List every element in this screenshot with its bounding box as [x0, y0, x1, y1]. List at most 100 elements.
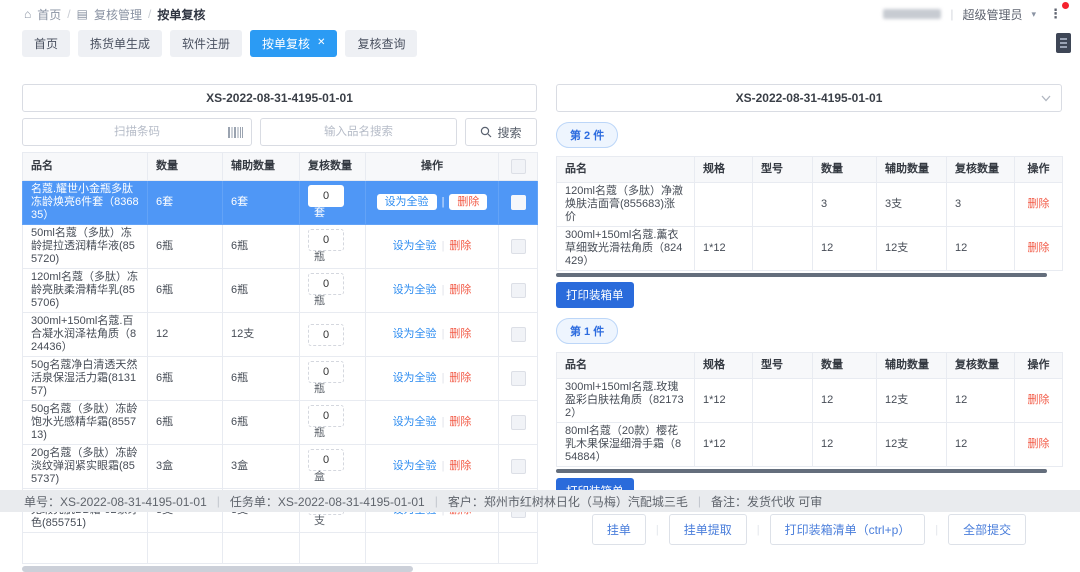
user-role-dropdown[interactable]: 超级管理员: [962, 6, 1022, 23]
check-quantity-input[interactable]: [308, 273, 344, 295]
footer-action-button[interactable]: 挂单: [592, 514, 646, 545]
delete-link[interactable]: 删除: [1028, 198, 1050, 210]
check-quantity-cell: [300, 313, 366, 357]
delete-link[interactable]: 删除: [1028, 438, 1050, 450]
check-quantity-input[interactable]: [308, 185, 344, 207]
product-row[interactable]: 300ml+150ml名蔻.百合凝水润泽祛角质（824436） 12 12支 设…: [23, 313, 538, 357]
checkbox-cell: [499, 225, 538, 269]
delete-link[interactable]: 删除: [449, 284, 471, 296]
check-quantity-cell: 瓶: [300, 401, 366, 445]
delete-link[interactable]: 删除: [449, 240, 471, 252]
packed-product-row: 80ml名蔻（20款）樱花乳木果保湿细滑手霜（854884） 1*12 12 1…: [557, 423, 1063, 467]
row-checkbox[interactable]: [511, 371, 526, 386]
tab[interactable]: 拣货单生成: [78, 30, 162, 57]
check-quantity-cell: 瓶: [300, 225, 366, 269]
row-actions: 设为全验 | 删除: [366, 181, 499, 225]
breadcrumb-home[interactable]: 首页: [37, 6, 61, 23]
breadcrumb-section[interactable]: 复核管理: [94, 6, 142, 23]
tab-close-icon[interactable]: ✕: [317, 38, 325, 48]
product-row[interactable]: 120ml名蔻（多肽）冻龄亮肤柔滑精华乳(855706) 6瓶 6瓶 瓶 设为全…: [23, 269, 538, 313]
more-menu-icon[interactable]: ⋮: [1045, 6, 1066, 22]
product-name: 300ml+150ml名蔻.玫瑰盈彩白肤祛角质（821732）: [557, 379, 695, 423]
product-row[interactable]: 名蔻.耀世小金瓶多肽冻龄焕亮6件套（836835） 6套 6套 套 设为全验|删…: [23, 181, 538, 225]
check-quantity-input[interactable]: [308, 449, 344, 471]
column-header: 复核数量: [947, 353, 1015, 379]
scan-barcode-input[interactable]: [22, 118, 252, 146]
delete-link[interactable]: 删除: [449, 416, 471, 428]
row-checkbox[interactable]: [511, 459, 526, 474]
check-quantity: 3: [947, 183, 1015, 227]
aux-quantity: 12支: [877, 423, 947, 467]
right-header-row: 品名规格型号数量辅助数量复核数量操作: [557, 353, 1063, 379]
row-checkbox[interactable]: [511, 195, 526, 210]
set-full-check-link[interactable]: 设为全验: [393, 284, 437, 296]
product-row[interactable]: 20g名蔻（多肽）冻龄淡纹弹润紧实眼霜(855737) 3盒 3盒 盒 设为全验…: [23, 445, 538, 489]
tab[interactable]: 首页: [22, 30, 70, 57]
row-checkbox[interactable]: [511, 415, 526, 430]
row-checkbox[interactable]: [511, 327, 526, 342]
tab-list: 首页 拣货单生成 软件注册 按单复核 ✕ 复核查询: [22, 30, 417, 57]
product-name: 300ml+150ml名蔻.薰衣草细致光滑祛角质（824429）: [557, 227, 695, 271]
delete-link[interactable]: 删除: [449, 460, 471, 472]
footer-action-button[interactable]: 全部提交: [948, 514, 1026, 545]
aux-quantity: 6瓶: [223, 401, 300, 445]
tab[interactable]: 按单复核 ✕: [250, 30, 337, 57]
tab[interactable]: 复核查询: [345, 30, 417, 57]
redacted-username: [883, 9, 941, 19]
unit-label: 瓶: [314, 383, 325, 395]
tab-options-icon[interactable]: [1056, 33, 1071, 53]
product-row[interactable]: 50ml名蔻（多肽）冻龄提拉透润精华液(855720) 6瓶 6瓶 瓶 设为全验…: [23, 225, 538, 269]
chevron-down-icon[interactable]: ▾: [1031, 9, 1036, 20]
quantity: 6套: [148, 181, 223, 225]
set-full-check-link[interactable]: 设为全验: [393, 328, 437, 340]
unit-label: 盒: [314, 471, 325, 483]
row-actions: 删除: [1015, 423, 1063, 467]
divider: |: [442, 196, 445, 208]
column-header: 数量: [148, 153, 223, 181]
set-full-check-link[interactable]: 设为全验: [393, 460, 437, 472]
horizontal-scrollbar[interactable]: [556, 469, 1047, 473]
horizontal-scrollbar[interactable]: [22, 566, 413, 572]
tab-label: 首页: [34, 35, 58, 52]
order-number-display[interactable]: XS-2022-08-31-4195-01-01: [22, 84, 537, 112]
check-quantity-input[interactable]: [308, 229, 344, 251]
delete-link[interactable]: 删除: [1028, 242, 1050, 254]
row-actions: 设为全验|删除: [366, 445, 499, 489]
row-checkbox[interactable]: [511, 283, 526, 298]
divider: /: [148, 7, 151, 21]
check-quantity-input[interactable]: [308, 324, 344, 346]
select-all-checkbox[interactable]: [511, 159, 526, 174]
footer-action-button[interactable]: 挂单提取: [669, 514, 747, 545]
check-quantity-input[interactable]: [308, 405, 344, 427]
tab[interactable]: 软件注册: [170, 30, 242, 57]
set-full-check-link[interactable]: 设为全验: [377, 194, 437, 210]
aux-quantity: 12支: [223, 313, 300, 357]
print-packing-list-button[interactable]: 打印装箱单: [556, 282, 634, 308]
package-table-body: 300ml+150ml名蔻.玫瑰盈彩白肤祛角质（821732） 1*12 12 …: [557, 379, 1063, 467]
set-full-check-link[interactable]: 设为全验: [393, 416, 437, 428]
quantity: 6瓶: [148, 225, 223, 269]
delete-link[interactable]: 删除: [449, 194, 487, 210]
product-row[interactable]: 50g名蔻净白清透天然活泉保湿活力霜(813157) 6瓶 6瓶 瓶 设为全验|…: [23, 357, 538, 401]
product-name-search-input[interactable]: [260, 118, 457, 146]
footer-action-button[interactable]: 打印装箱清单（ctrl+p）: [770, 514, 926, 545]
delete-link[interactable]: 删除: [449, 328, 471, 340]
spec: 1*12: [695, 423, 753, 467]
quantity: 6瓶: [148, 357, 223, 401]
unit-label: 瓶: [314, 251, 325, 263]
delete-link[interactable]: 删除: [449, 372, 471, 384]
unit-label: 瓶: [314, 427, 325, 439]
product-name: 80ml名蔻（20款）樱花乳木果保湿细滑手霜（854884）: [557, 423, 695, 467]
product-row[interactable]: 50g名蔻（多肽）冻龄饱水光感精华霜(855713) 6瓶 6瓶 瓶 设为全验|…: [23, 401, 538, 445]
column-header: 操作: [1015, 353, 1063, 379]
order-select-dropdown[interactable]: XS-2022-08-31-4195-01-01: [556, 84, 1062, 112]
delete-link[interactable]: 删除: [1028, 394, 1050, 406]
set-full-check-link[interactable]: 设为全验: [393, 240, 437, 252]
row-checkbox[interactable]: [511, 239, 526, 254]
check-quantity-input[interactable]: [308, 361, 344, 383]
horizontal-scrollbar[interactable]: [556, 273, 1047, 277]
user-area: | 超级管理员 ▾ ⋮: [883, 6, 1066, 23]
unit-label: 套: [314, 207, 325, 219]
set-full-check-link[interactable]: 设为全验: [393, 372, 437, 384]
search-button[interactable]: 搜索: [465, 118, 537, 146]
